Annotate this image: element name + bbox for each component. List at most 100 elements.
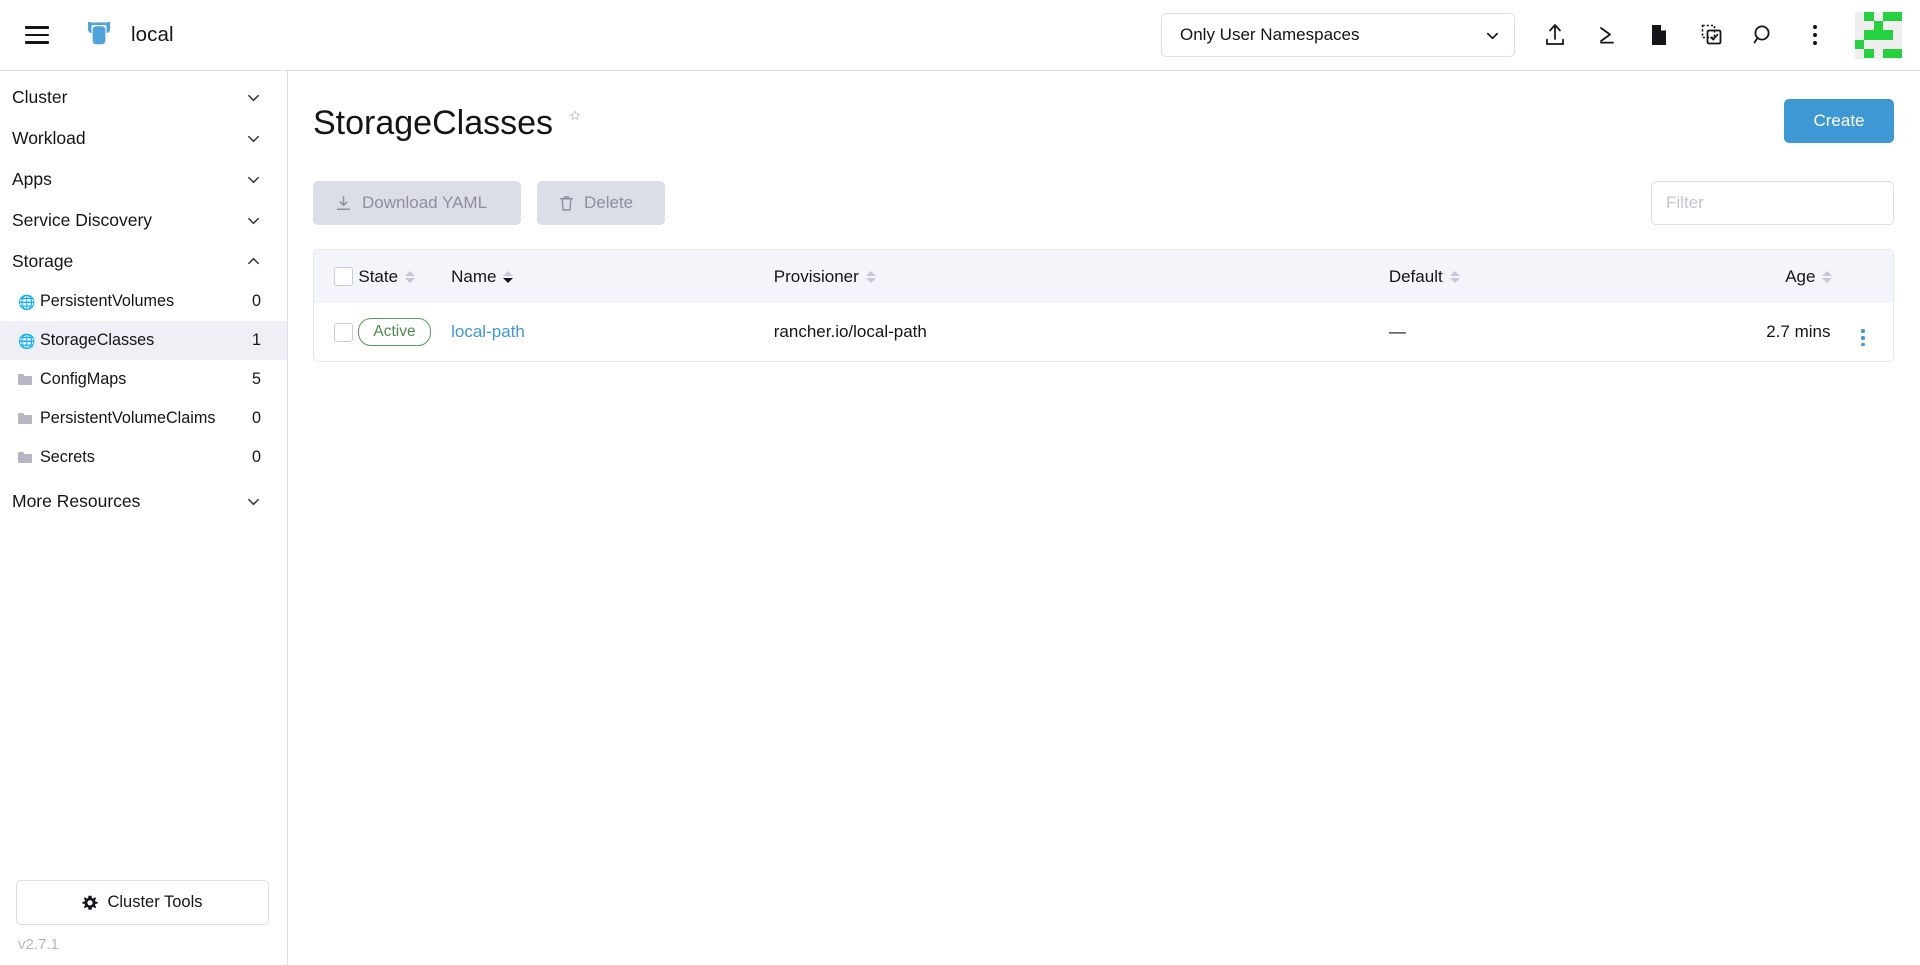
column-label-provisioner: Provisioner [774,267,859,287]
sort-icon [866,270,876,284]
table-row: Active local-path rancher.io/local-path … [314,303,1893,361]
row-provisioner-cell: rancher.io/local-path [774,303,1389,361]
delete-label: Delete [584,193,633,213]
select-all-header [314,250,358,303]
main-content: StorageClasses Create Download YAML Dele… [289,71,1920,965]
sidebar-item-label: PersistentVolumeClaims [40,409,252,428]
sidebar-group-label: Workload [12,128,246,149]
folder-icon [18,452,39,463]
page-header-row: StorageClasses Create [313,99,1894,161]
sidebar-item-count: 0 [252,448,261,467]
sidebar-item-label: StorageClasses [40,331,252,350]
sidebar-item-label: ConfigMaps [40,370,252,389]
row-kebab-menu-icon[interactable] [1861,329,1865,346]
sidebar-group-apps[interactable]: Apps [0,159,287,200]
column-label-default: Default [1389,267,1443,287]
gear-icon [82,895,98,911]
row-actions-cell [1832,303,1893,361]
sidebar-item-label: PersistentVolumes [40,292,252,311]
column-label-state: State [358,267,398,287]
namespace-filter-value: Only User Namespaces [1180,25,1485,45]
sidebar-item-count: 1 [252,331,261,350]
sort-icon [503,270,513,284]
sidebar-item-storageclasses[interactable]: 🌐 StorageClasses 1 [0,321,287,360]
row-default-cell: — [1389,303,1691,361]
delete-button[interactable]: Delete [537,181,665,225]
sidebar-group-service-discovery[interactable]: Service Discovery [0,200,287,241]
chevron-up-icon [246,254,261,269]
sidebar-group-workload[interactable]: Workload [0,118,287,159]
kubectl-shell-icon[interactable] [1581,9,1633,61]
sort-icon [1450,270,1460,284]
column-label-name: Name [451,267,496,287]
chevron-down-icon [246,213,261,228]
cluster-name: local [131,23,174,47]
download-yaml-button[interactable]: Download YAML [313,181,521,225]
column-header-name[interactable]: Name [451,250,774,303]
kebab-menu-icon[interactable] [1789,9,1841,61]
sidebar-group-label: More Resources [12,491,246,512]
version-label: v2.7.1 [16,936,271,953]
cluster-tools-button[interactable]: Cluster Tools [16,880,269,925]
chevron-down-icon [1485,28,1500,43]
download-icon [335,195,352,212]
row-checkbox[interactable] [334,323,353,342]
sidebar-item-secrets[interactable]: Secrets 0 [0,438,287,477]
cluster-tools-label: Cluster Tools [107,893,202,912]
sidebar-item-count: 0 [252,409,261,428]
sidebar-item-count: 0 [252,292,261,311]
sidebar-item-persistentvolumes[interactable]: 🌐 PersistentVolumes 0 [0,282,287,321]
folder-icon [18,374,39,385]
sidebar-group-more-resources[interactable]: More Resources [0,481,287,522]
create-button[interactable]: Create [1784,99,1894,143]
top-header: local Only User Namespaces [0,0,1920,71]
globe-icon: 🌐 [18,334,39,348]
column-header-default[interactable]: Default [1389,250,1691,303]
column-label-age: Age [1785,267,1815,287]
docs-page-icon[interactable] [1633,9,1685,61]
header-icon-group [1529,9,1920,61]
rancher-cow-logo [82,18,116,52]
folder-icon [18,413,39,424]
sidebar-group-label: Storage [12,251,246,272]
search-icon[interactable] [1737,9,1789,61]
sidebar-nav: Cluster Workload Apps Service Discovery … [0,71,287,880]
download-yaml-label: Download YAML [362,193,487,213]
chevron-down-icon [246,494,261,509]
copy-kubeconfig-icon[interactable] [1685,9,1737,61]
sidebar-group-cluster[interactable]: Cluster [0,77,287,118]
globe-icon: 🌐 [18,295,39,309]
column-header-provisioner[interactable]: Provisioner [774,250,1389,303]
import-yaml-icon[interactable] [1529,9,1581,61]
storageclasses-table: State Name Provisioner [313,249,1894,362]
status-badge: Active [358,318,430,345]
filter-input[interactable] [1651,181,1894,225]
column-header-state[interactable]: State [358,250,451,303]
row-name-cell: local-path [451,303,774,361]
sidebar-group-storage[interactable]: Storage [0,241,287,282]
actions-row: Download YAML Delete [313,181,1894,225]
user-avatar[interactable] [1855,12,1902,59]
column-header-age[interactable]: Age [1691,250,1832,303]
chevron-down-icon [246,172,261,187]
sidebar-group-label: Cluster [12,87,246,108]
row-state-cell: Active [358,303,451,361]
resource-name-link[interactable]: local-path [451,322,525,341]
column-header-actions [1832,250,1893,303]
select-all-checkbox[interactable] [334,267,353,286]
trash-icon [559,195,574,212]
row-select-cell [314,303,358,361]
sidebar: Cluster Workload Apps Service Discovery … [0,71,288,965]
sidebar-item-persistentvolumeclaims[interactable]: PersistentVolumeClaims 0 [0,399,287,438]
chevron-down-icon [246,90,261,105]
namespace-filter-dropdown[interactable]: Only User Namespaces [1161,13,1515,57]
sidebar-group-label: Service Discovery [12,210,246,231]
star-outline-icon[interactable] [564,99,586,121]
sidebar-item-label: Secrets [40,448,252,467]
sidebar-group-label: Apps [12,169,246,190]
sort-icon [405,270,415,284]
hamburger-menu-icon[interactable] [20,18,54,52]
sort-icon [1822,270,1832,284]
sidebar-item-configmaps[interactable]: ConfigMaps 5 [0,360,287,399]
page-title: StorageClasses [313,99,553,140]
